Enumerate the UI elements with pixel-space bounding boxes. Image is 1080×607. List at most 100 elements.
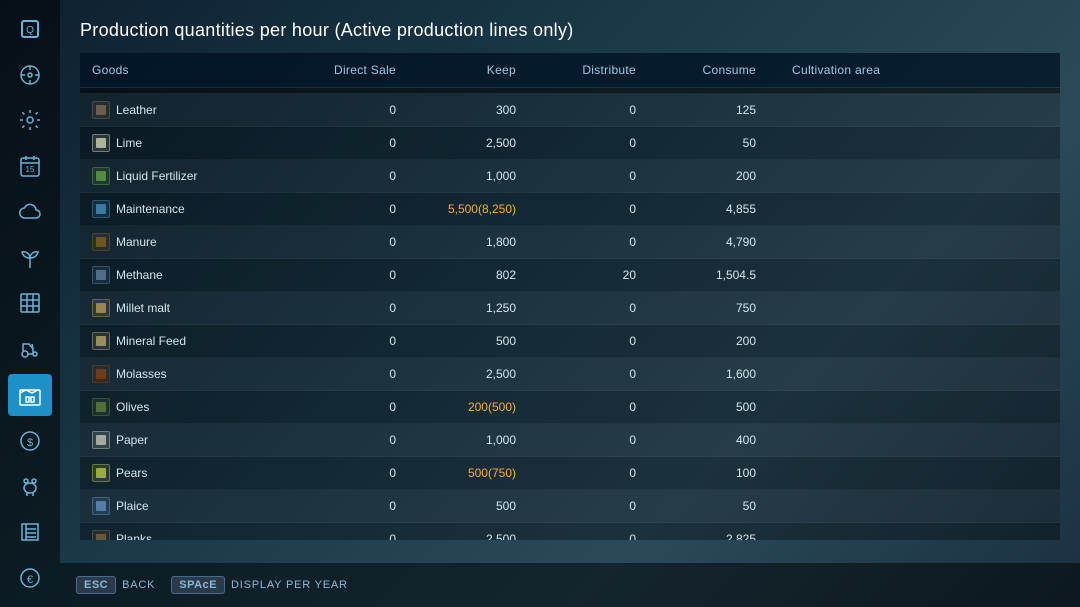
cell-goods: Maintenance <box>80 197 300 221</box>
cell-direct-sale: 0 <box>300 463 420 483</box>
sidebar-item-animals[interactable] <box>8 466 52 508</box>
cell-distribute: 20 <box>540 265 660 285</box>
cell-distribute: 0 <box>540 166 660 186</box>
sidebar-item-finance[interactable]: $ <box>8 420 52 462</box>
cell-goods: Leather <box>80 98 300 122</box>
page-title: Production quantities per hour (Active p… <box>80 20 1060 41</box>
goods-name: Olives <box>116 400 149 414</box>
sidebar-item-weather[interactable] <box>8 191 52 233</box>
cell-cultivation <box>780 140 1060 146</box>
goods-icon <box>92 464 110 482</box>
goods-name: Plaice <box>116 499 149 513</box>
goods-icon <box>92 200 110 218</box>
cell-consume: 4,855 <box>660 199 780 219</box>
esc-back-btn[interactable]: ESC BACK <box>76 576 155 594</box>
goods-name: Pears <box>116 466 147 480</box>
cell-goods: Manure <box>80 230 300 254</box>
cell-keep: 500(750) <box>420 463 540 483</box>
display-label: DISPLAY PER YEAR <box>231 579 348 591</box>
sidebar-item-plant[interactable] <box>8 237 52 279</box>
cell-cultivation <box>780 173 1060 179</box>
sidebar-item-euro[interactable]: € <box>8 557 52 599</box>
cell-keep: 1,000 <box>420 166 540 186</box>
table-row: Lime 0 2,500 0 50 <box>80 127 1060 160</box>
col-keep: Keep <box>420 59 540 81</box>
goods-name: Methane <box>116 268 163 282</box>
col-direct-sale: Direct Sale <box>300 59 420 81</box>
goods-icon <box>92 266 110 284</box>
esc-key[interactable]: ESC <box>76 576 116 594</box>
col-goods: Goods <box>80 59 300 81</box>
cell-consume: 750 <box>660 298 780 318</box>
table-row: Methane 0 802 20 1,504.5 <box>80 259 1060 292</box>
col-consume: Consume <box>660 59 780 81</box>
cell-distribute: 0 <box>540 298 660 318</box>
cell-consume: 2,825 <box>660 529 780 540</box>
cell-distribute: 0 <box>540 397 660 417</box>
cell-cultivation <box>780 107 1060 113</box>
cell-distribute: 0 <box>540 331 660 351</box>
table-row: Olives 0 200(500) 0 500 <box>80 391 1060 424</box>
cell-cultivation <box>780 305 1060 311</box>
cell-direct-sale: 0 <box>300 166 420 186</box>
sidebar-item-chart[interactable] <box>8 283 52 325</box>
goods-name: Maintenance <box>116 202 185 216</box>
cell-keep: 2,500 <box>420 133 540 153</box>
cell-keep: 200(500) <box>420 397 540 417</box>
goods-icon <box>92 431 110 449</box>
cell-consume: 4,790 <box>660 232 780 252</box>
cell-goods: Molasses <box>80 362 300 386</box>
cell-cultivation <box>780 437 1060 443</box>
svg-text:$: $ <box>27 437 33 449</box>
sidebar-item-calendar[interactable]: 15 <box>8 145 52 187</box>
cell-distribute: 0 <box>540 133 660 153</box>
cell-distribute: 0 <box>540 232 660 252</box>
cell-consume: 500 <box>660 397 780 417</box>
svg-text:€: € <box>27 574 33 586</box>
cell-keep: 2,500 <box>420 529 540 540</box>
cell-direct-sale: 0 <box>300 265 420 285</box>
svg-text:15: 15 <box>26 165 35 174</box>
cell-keep: 2,500 <box>420 364 540 384</box>
goods-icon <box>92 365 110 383</box>
col-distribute: Distribute <box>540 59 660 81</box>
cell-cultivation <box>780 272 1060 278</box>
cell-cultivation <box>780 371 1060 377</box>
goods-name: Liquid Fertilizer <box>116 169 197 183</box>
goods-name: Mineral Feed <box>116 334 186 348</box>
cell-cultivation <box>780 239 1060 245</box>
sidebar-item-tractor[interactable] <box>8 328 52 370</box>
table-row: Molasses 0 2,500 0 1,600 <box>80 358 1060 391</box>
cell-cultivation <box>780 470 1060 476</box>
table-row: Manure 0 1,800 0 4,790 <box>80 226 1060 259</box>
goods-icon <box>92 398 110 416</box>
goods-icon <box>92 134 110 152</box>
sidebar-item-q[interactable]: Q <box>8 8 52 50</box>
sidebar-item-factory[interactable] <box>8 374 52 416</box>
cell-direct-sale: 0 <box>300 331 420 351</box>
space-display-btn[interactable]: SPAcE DISPLAY PER YEAR <box>171 576 348 594</box>
cell-cultivation <box>780 536 1060 540</box>
cell-distribute: 0 <box>540 199 660 219</box>
goods-icon <box>92 167 110 185</box>
cell-goods: Methane <box>80 263 300 287</box>
cell-direct-sale: 0 <box>300 529 420 540</box>
sidebar-item-book[interactable] <box>8 511 52 553</box>
cell-distribute: 0 <box>540 496 660 516</box>
goods-name: Molasses <box>116 367 167 381</box>
cell-consume: 400 <box>660 430 780 450</box>
sidebar-item-steering[interactable] <box>8 54 52 96</box>
cell-direct-sale: 0 <box>300 298 420 318</box>
back-label: BACK <box>122 579 155 591</box>
table-body[interactable]: Leather 0 300 0 125 Lime 0 2,500 0 50 Li… <box>80 94 1060 540</box>
cell-direct-sale: 0 <box>300 364 420 384</box>
cell-cultivation <box>780 404 1060 410</box>
space-key[interactable]: SPAcE <box>171 576 225 594</box>
cell-keep: 1,250 <box>420 298 540 318</box>
bottom-bar: ESC BACK SPAcE DISPLAY PER YEAR <box>60 563 1080 607</box>
sidebar-item-settings[interactable] <box>8 100 52 142</box>
cell-direct-sale: 0 <box>300 496 420 516</box>
cell-goods: Olives <box>80 395 300 419</box>
goods-name: Leather <box>116 103 157 117</box>
cell-distribute: 0 <box>540 529 660 540</box>
